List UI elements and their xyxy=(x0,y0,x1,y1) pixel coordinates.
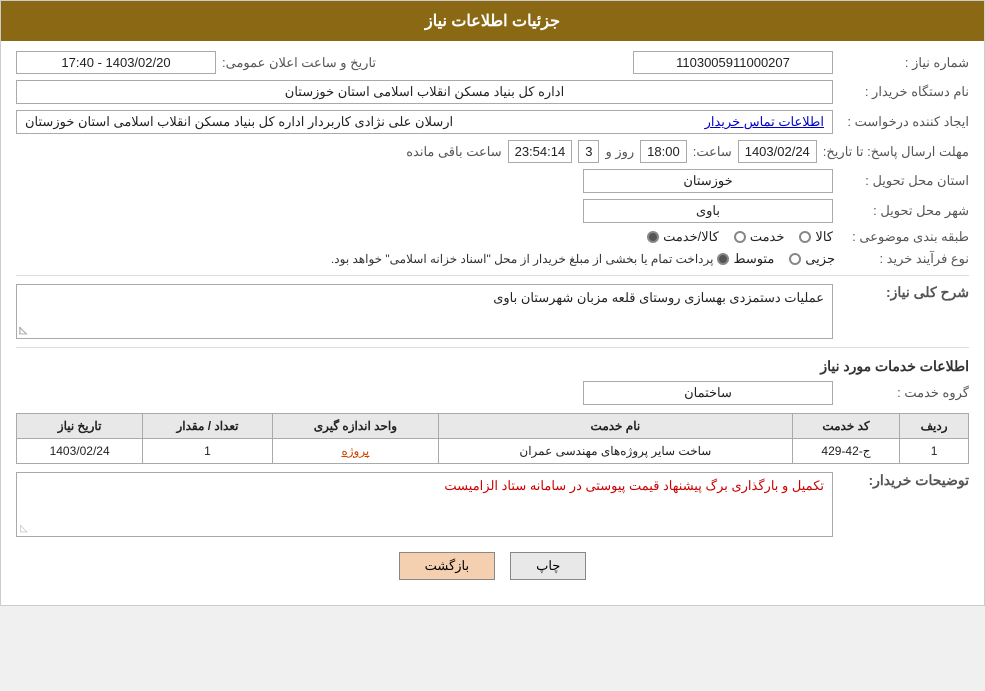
description-textarea: عملیات دستمزدی بهسازی روستای قلعه مزبان … xyxy=(16,284,833,339)
remaining-time-label: ساعت باقی مانده xyxy=(406,144,501,160)
remaining-days: 3 xyxy=(578,140,599,163)
province-value: خوزستان xyxy=(583,169,833,193)
category-radio-group: کالا خدمت کالا/خدمت xyxy=(647,229,833,245)
process-note: پرداخت تمام یا بخشی از مبلغ خریدار از مح… xyxy=(331,252,714,266)
buyer-desc-value: تکمیل و بارگذاری برگ پیشنهاد قیمت پیوستی… xyxy=(444,478,824,493)
category-kala-khadamat-label: کالا/خدمت xyxy=(663,229,719,245)
services-table: ردیف کد خدمت نام خدمت واحد اندازه گیری ت… xyxy=(16,413,969,464)
services-table-section: ردیف کد خدمت نام خدمت واحد اندازه گیری ت… xyxy=(16,413,969,464)
print-button[interactable]: چاپ xyxy=(510,552,586,580)
process-motavaset-item[interactable]: متوسط xyxy=(717,251,774,267)
city-value: باوی xyxy=(583,199,833,223)
footer-buttons: چاپ بازگشت xyxy=(16,552,969,580)
col-date: تاریخ نیاز xyxy=(17,414,143,439)
process-label: نوع فرآیند خرید : xyxy=(839,251,969,267)
col-name: نام خدمت xyxy=(438,414,792,439)
col-count: تعداد / مقدار xyxy=(143,414,273,439)
buyer-org-value: اداره کل بنیاد مسکن انقلاب اسلامی استان … xyxy=(16,80,833,104)
cell-code: ج-42-429 xyxy=(792,439,899,464)
niyaz-number-value: 1103005911000207 xyxy=(633,51,833,74)
process-jozii-radio[interactable] xyxy=(789,253,801,265)
date-label: تاریخ و ساعت اعلان عمومی: xyxy=(222,55,376,71)
category-khadamat-item[interactable]: خدمت xyxy=(734,229,785,245)
province-label: استان محل تحویل : xyxy=(839,173,969,189)
creator-label: ایجاد کننده درخواست : xyxy=(839,114,969,130)
buyer-org-label: نام دستگاه خریدار : xyxy=(839,84,969,100)
service-group-label: گروه خدمت : xyxy=(839,385,969,401)
page-title: جزئیات اطلاعات نیاز xyxy=(425,13,560,30)
category-khadamat-label: خدمت xyxy=(750,229,785,245)
deadline-time: 18:00 xyxy=(640,140,687,163)
category-kala-khadamat-item[interactable]: کالا/خدمت xyxy=(647,229,719,245)
deadline-label: مهلت ارسال پاسخ: تا تاریخ: xyxy=(823,144,969,160)
description-label: شرح کلی نیاز: xyxy=(839,284,969,301)
creator-link[interactable]: اطلاعات تماس خریدار xyxy=(705,114,824,130)
creator-value: ارسلان علی نژادی کاربردار اداره کل بنیاد… xyxy=(25,114,453,130)
category-kala-label: کالا xyxy=(815,229,833,245)
buyer-desc-label: توضیحات خریدار: xyxy=(839,472,969,489)
process-jozii-label: جزیی xyxy=(805,251,835,267)
page-header: جزئیات اطلاعات نیاز xyxy=(1,1,984,41)
remaining-days-label: روز و xyxy=(605,144,634,160)
category-label: طبقه بندی موضوعی : xyxy=(839,229,969,245)
service-group-value: ساختمان xyxy=(583,381,833,405)
services-section-title: اطلاعات خدمات مورد نیاز xyxy=(16,358,969,375)
niyaz-number-label: شماره نیاز : xyxy=(839,55,969,71)
deadline-time-label: ساعت: xyxy=(693,144,732,160)
cell-date: 1403/02/24 xyxy=(17,439,143,464)
description-value: عملیات دستمزدی بهسازی روستای قلعه مزبان … xyxy=(493,290,824,305)
creator-row: اطلاعات تماس خریدار ارسلان علی نژادی کار… xyxy=(16,110,833,134)
remaining-time: 23:54:14 xyxy=(508,140,573,163)
process-motavaset-label: متوسط xyxy=(733,251,774,267)
category-kala-item[interactable]: کالا xyxy=(799,229,833,245)
process-radio-group: جزیی متوسط xyxy=(717,251,835,267)
category-khadamat-radio[interactable] xyxy=(734,231,746,243)
process-motavaset-radio[interactable] xyxy=(717,253,729,265)
table-row: 1 ج-42-429 ساخت سایر پروژه‌های مهندسی عم… xyxy=(17,439,969,464)
back-button[interactable]: بازگشت xyxy=(399,552,495,580)
col-unit: واحد اندازه گیری xyxy=(272,414,438,439)
category-kala-khadamat-radio[interactable] xyxy=(647,231,659,243)
cell-name: ساخت سایر پروژه‌های مهندسی عمران xyxy=(438,439,792,464)
col-radif: ردیف xyxy=(900,414,969,439)
col-code: کد خدمت xyxy=(792,414,899,439)
cell-radif: 1 xyxy=(900,439,969,464)
cell-unit[interactable]: پروژه xyxy=(272,439,438,464)
buyer-desc-textarea: تکمیل و بارگذاری برگ پیشنهاد قیمت پیوستی… xyxy=(16,472,833,537)
city-label: شهر محل تحویل : xyxy=(839,203,969,219)
date-value: 1403/02/20 - 17:40 xyxy=(16,51,216,74)
category-kala-radio[interactable] xyxy=(799,231,811,243)
cell-count: 1 xyxy=(143,439,273,464)
deadline-date: 1403/02/24 xyxy=(738,140,817,163)
process-jozii-item[interactable]: جزیی xyxy=(789,251,835,267)
